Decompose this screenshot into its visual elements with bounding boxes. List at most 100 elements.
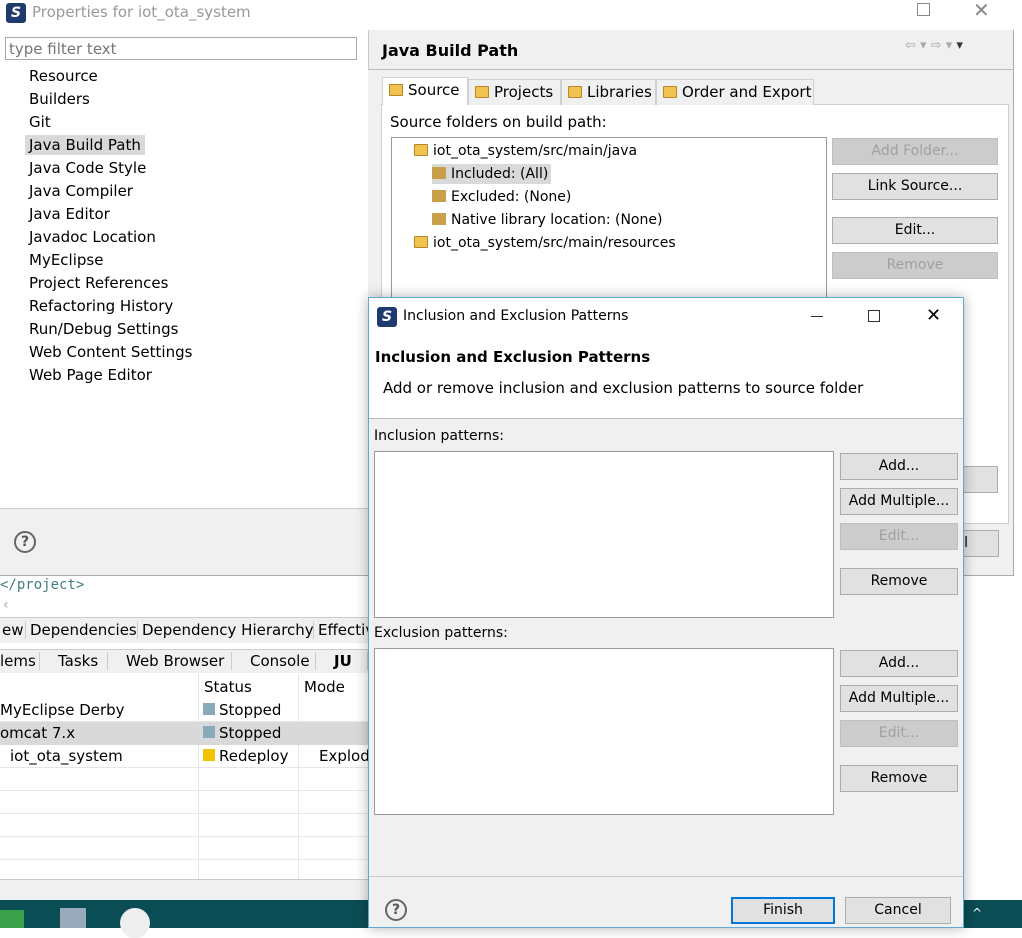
close-button[interactable]: ✕ — [926, 305, 941, 326]
nav-item[interactable]: Builders — [29, 89, 90, 109]
tab-source[interactable]: Source — [382, 77, 468, 105]
tab-label: Libraries — [587, 83, 652, 101]
finish-button[interactable]: Finish — [731, 897, 835, 924]
minimize-button[interactable] — [811, 316, 823, 317]
title-bar: S Properties for iot_ota_system ✕ — [0, 0, 1014, 30]
server-icon — [203, 703, 215, 715]
native-library-icon — [432, 213, 446, 225]
back-forward-menu-icon[interactable]: ⇦ ▾ ⇨ ▾ ▾ — [905, 38, 963, 53]
nav-item[interactable]: Java Code Style — [29, 158, 146, 178]
libraries-icon — [568, 86, 582, 98]
nav-item[interactable]: Java Compiler — [29, 181, 133, 201]
inclusion-label: Inclusion patterns: — [374, 428, 504, 444]
column-header[interactable]: Status — [204, 678, 252, 696]
exclusion-remove-button[interactable]: Remove — [840, 765, 958, 792]
view-tab[interactable]: Console — [234, 652, 316, 670]
maximize-button[interactable] — [917, 3, 930, 16]
dialog-title-bar: S Inclusion and Exclusion Patterns ✕ — [369, 298, 963, 336]
filter-input[interactable] — [5, 37, 357, 60]
server-icon — [203, 726, 215, 738]
order-and-export-icon — [663, 86, 677, 98]
dialog-footer: ? Finish Cancel — [369, 876, 963, 928]
editor-tab[interactable]: ew — [0, 621, 26, 639]
exclusion-list[interactable] — [374, 648, 834, 815]
tab-libraries[interactable]: Libraries — [561, 79, 656, 105]
server-status: Redeploy — [219, 747, 289, 765]
column-header[interactable]: Mode — [304, 678, 345, 696]
maximize-button[interactable] — [868, 310, 880, 322]
tree-item-label: Included: (All) — [451, 166, 549, 182]
nav-item[interactable]: Javadoc Location — [29, 227, 156, 247]
row-line — [0, 813, 368, 814]
app-logo-icon: S — [6, 3, 26, 23]
tree-item[interactable]: Native library location: (None) — [432, 210, 662, 230]
inclusion-add-multiple-button[interactable]: Add Multiple... — [840, 488, 958, 515]
add-folder-button[interactable]: Add Folder... — [832, 138, 998, 165]
warning-icon — [203, 749, 215, 761]
tab-label: Source — [408, 81, 460, 99]
inclusion-add-button[interactable]: Add... — [840, 453, 958, 480]
taskbar-avatar-icon[interactable] — [120, 908, 150, 938]
server-status: Stopped — [219, 724, 282, 742]
scroll-left-icon[interactable]: ‹ — [3, 597, 9, 613]
editor-tab[interactable]: Dependency Hierarchy — [140, 621, 314, 639]
exclusion-add-multiple-button[interactable]: Add Multiple... — [840, 685, 958, 712]
server-name[interactable]: omcat 7.x — [0, 724, 75, 742]
tree-item[interactable]: Included: (All) — [432, 164, 552, 184]
tree-item-label: iot_ota_system/src/main/resources — [433, 235, 676, 251]
tree-item[interactable]: iot_ota_system/src/main/resources — [414, 233, 676, 253]
view-tab[interactable]: JU — [318, 652, 368, 670]
taskbar-app-icon[interactable] — [0, 910, 24, 928]
view-tab[interactable]: Tasks — [42, 652, 108, 670]
server-name[interactable]: iot_ota_system — [10, 747, 123, 765]
nav-item[interactable]: Run/Debug Settings — [29, 319, 178, 339]
nav-item[interactable]: Java Build Path — [25, 135, 145, 155]
view-tab[interactable]: Web Browser — [110, 652, 232, 670]
editor-tab[interactable]: Effectiv — [316, 621, 376, 639]
tree-item[interactable]: Excluded: (None) — [432, 187, 571, 207]
exclusion-label: Exclusion patterns: — [374, 625, 508, 641]
editor-tab[interactable]: Dependencies — [28, 621, 138, 639]
source-folder-icon — [414, 144, 428, 156]
source-tree[interactable]: iot_ota_system/src/main/java Included: (A… — [391, 137, 827, 307]
tree-item-label: Excluded: (None) — [451, 189, 572, 205]
nav-item[interactable]: Refactoring History — [29, 296, 173, 316]
dialog-header: Inclusion and Exclusion Patterns Add or … — [369, 336, 963, 419]
tray-chevron-icon[interactable]: ^ — [972, 906, 982, 920]
nav-item[interactable]: Resource — [29, 66, 98, 86]
tree-item[interactable]: iot_ota_system/src/main/java — [414, 141, 637, 161]
window-title: Properties for iot_ota_system — [32, 3, 251, 21]
exclusion-add-button[interactable]: Add... — [840, 650, 958, 677]
close-button[interactable]: ✕ — [973, 0, 990, 22]
exclusion-edit-button[interactable]: Edit... — [840, 720, 958, 747]
cancel-button[interactable]: Cancel — [845, 897, 951, 924]
server-mode: Explod — [319, 747, 370, 765]
nav-item[interactable]: Project References — [29, 273, 168, 293]
inclusion-filter-icon — [432, 167, 446, 179]
inclusion-edit-button[interactable]: Edit... — [840, 523, 958, 550]
row-line — [0, 790, 368, 791]
edit-button[interactable]: Edit... — [832, 217, 998, 244]
page-title: Java Build Path — [382, 41, 519, 60]
nav-item[interactable]: Java Editor — [29, 204, 110, 224]
tab-order-and-export[interactable]: Order and Export — [656, 79, 814, 105]
workspace: </project> ‹ ew Dependencies Dependency Hi… — [0, 577, 376, 900]
nav-item[interactable]: MyEclipse — [29, 250, 103, 270]
remove-button[interactable]: Remove — [832, 252, 998, 279]
nav-item[interactable]: Web Page Editor — [29, 365, 152, 385]
nav-item[interactable]: Git — [29, 112, 51, 132]
link-source-button[interactable]: Link Source... — [832, 173, 998, 200]
view-tab[interactable]: lems — [0, 652, 40, 670]
taskbar-app-icon[interactable] — [60, 908, 86, 928]
dialog-title: Inclusion and Exclusion Patterns — [403, 308, 629, 324]
editor-tabs: ew Dependencies Dependency Hierarchy Effect… — [0, 617, 376, 643]
nav-item[interactable]: Web Content Settings — [29, 342, 192, 362]
source-icon — [389, 84, 403, 96]
inclusion-list[interactable] — [374, 451, 834, 618]
help-icon[interactable]: ? — [385, 899, 407, 921]
tab-projects[interactable]: Projects — [468, 79, 561, 105]
server-name[interactable]: MyEclipse Derby — [0, 701, 125, 719]
inclusion-remove-button[interactable]: Remove — [840, 568, 958, 595]
help-icon[interactable]: ? — [14, 531, 36, 553]
editor-text: </project> — [0, 577, 85, 593]
